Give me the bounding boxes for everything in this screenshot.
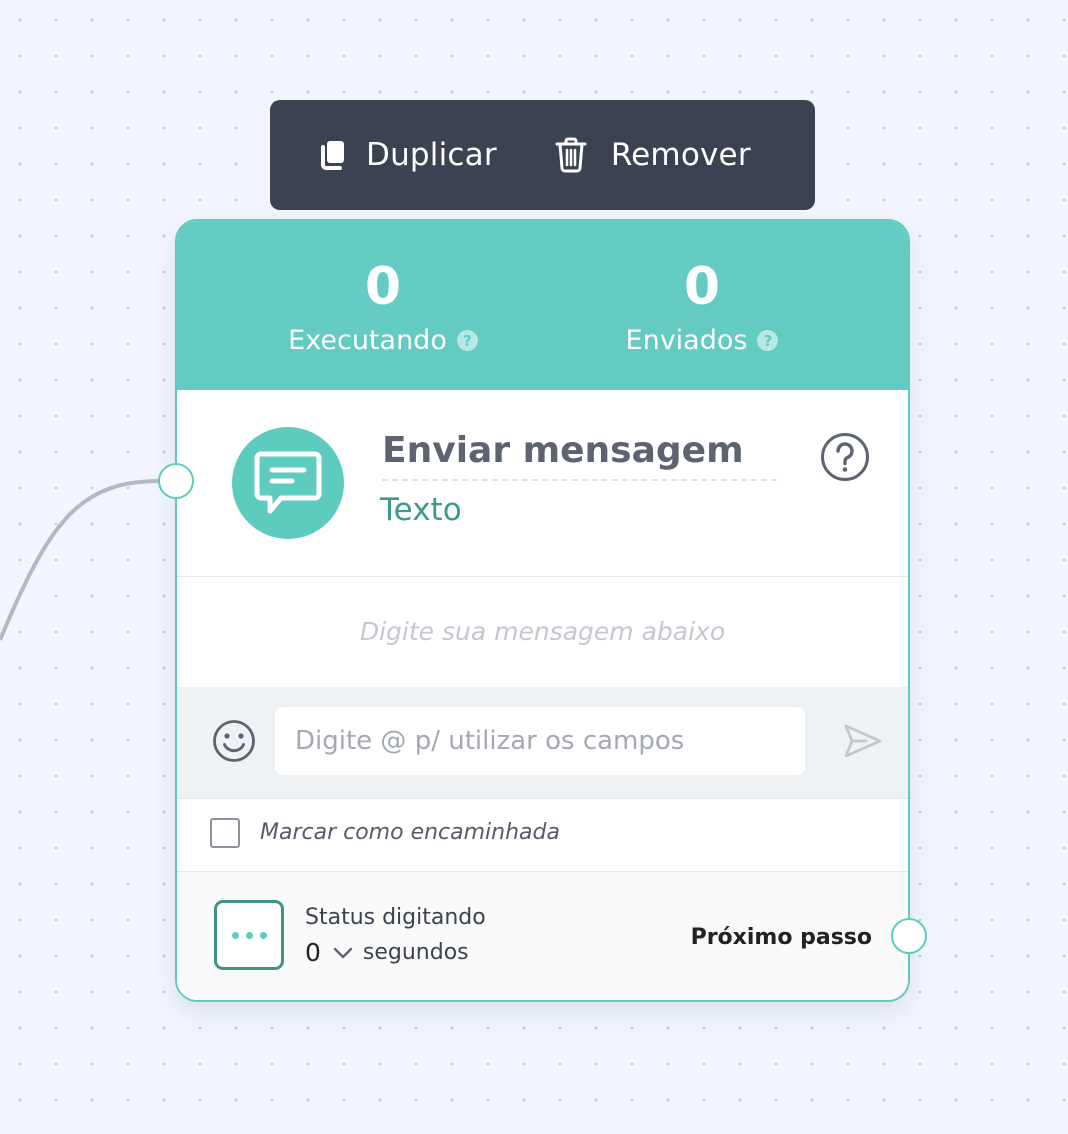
next-step-connector[interactable] <box>891 918 927 954</box>
chevron-down-icon[interactable] <box>333 947 353 959</box>
message-composer <box>177 687 908 799</box>
next-step-label: Próximo passo <box>690 925 872 950</box>
stat-executing-value: 0 <box>364 257 402 317</box>
node-title[interactable]: Enviar mensagem <box>382 430 777 481</box>
remove-label: Remover <box>610 137 751 173</box>
message-placeholder: Digite sua mensagem abaixo <box>359 617 726 646</box>
emoji-icon[interactable] <box>212 719 256 767</box>
message-input[interactable] <box>275 707 805 775</box>
send-icon[interactable] <box>843 722 883 764</box>
stat-sent-label: Enviados <box>625 325 748 356</box>
help-icon[interactable]: ? <box>757 330 779 351</box>
copy-icon <box>318 139 348 171</box>
duplicate-label: Duplicar <box>366 137 497 173</box>
forward-label[interactable]: Marcar como encaminhada <box>260 820 560 845</box>
stat-executing-label: Executando <box>288 325 447 356</box>
duplicate-button[interactable]: Duplicar <box>318 137 497 173</box>
typing-delay-value[interactable]: 0 <box>305 938 321 967</box>
send-message-node[interactable]: 0 Executando ? 0 Enviados ? Enviar mensa… <box>175 219 910 1002</box>
forward-option: Marcar como encaminhada <box>177 799 908 872</box>
input-connector[interactable] <box>158 463 194 499</box>
typing-delay-select[interactable]: 0 segundos <box>305 938 469 967</box>
remove-button[interactable]: Remover <box>555 137 751 173</box>
typing-status-label: Status digitando <box>305 905 486 930</box>
node-type: Texto <box>380 492 462 528</box>
help-icon[interactable]: ? <box>456 330 478 351</box>
node-stats: 0 Executando ? 0 Enviados ? <box>177 221 908 390</box>
node-footer: Status digitando 0 segundos Próximo pass… <box>177 872 908 1000</box>
trash-icon <box>555 137 587 173</box>
message-icon <box>232 427 344 539</box>
help-icon[interactable] <box>820 432 870 486</box>
node-header: Enviar mensagem Texto <box>177 390 908 577</box>
forward-checkbox[interactable] <box>210 818 240 848</box>
stat-sent-value: 0 <box>683 257 721 317</box>
typing-icon <box>214 900 284 970</box>
node-toolbar: Duplicar Remover <box>270 100 815 210</box>
typing-delay-unit: segundos <box>362 940 469 965</box>
